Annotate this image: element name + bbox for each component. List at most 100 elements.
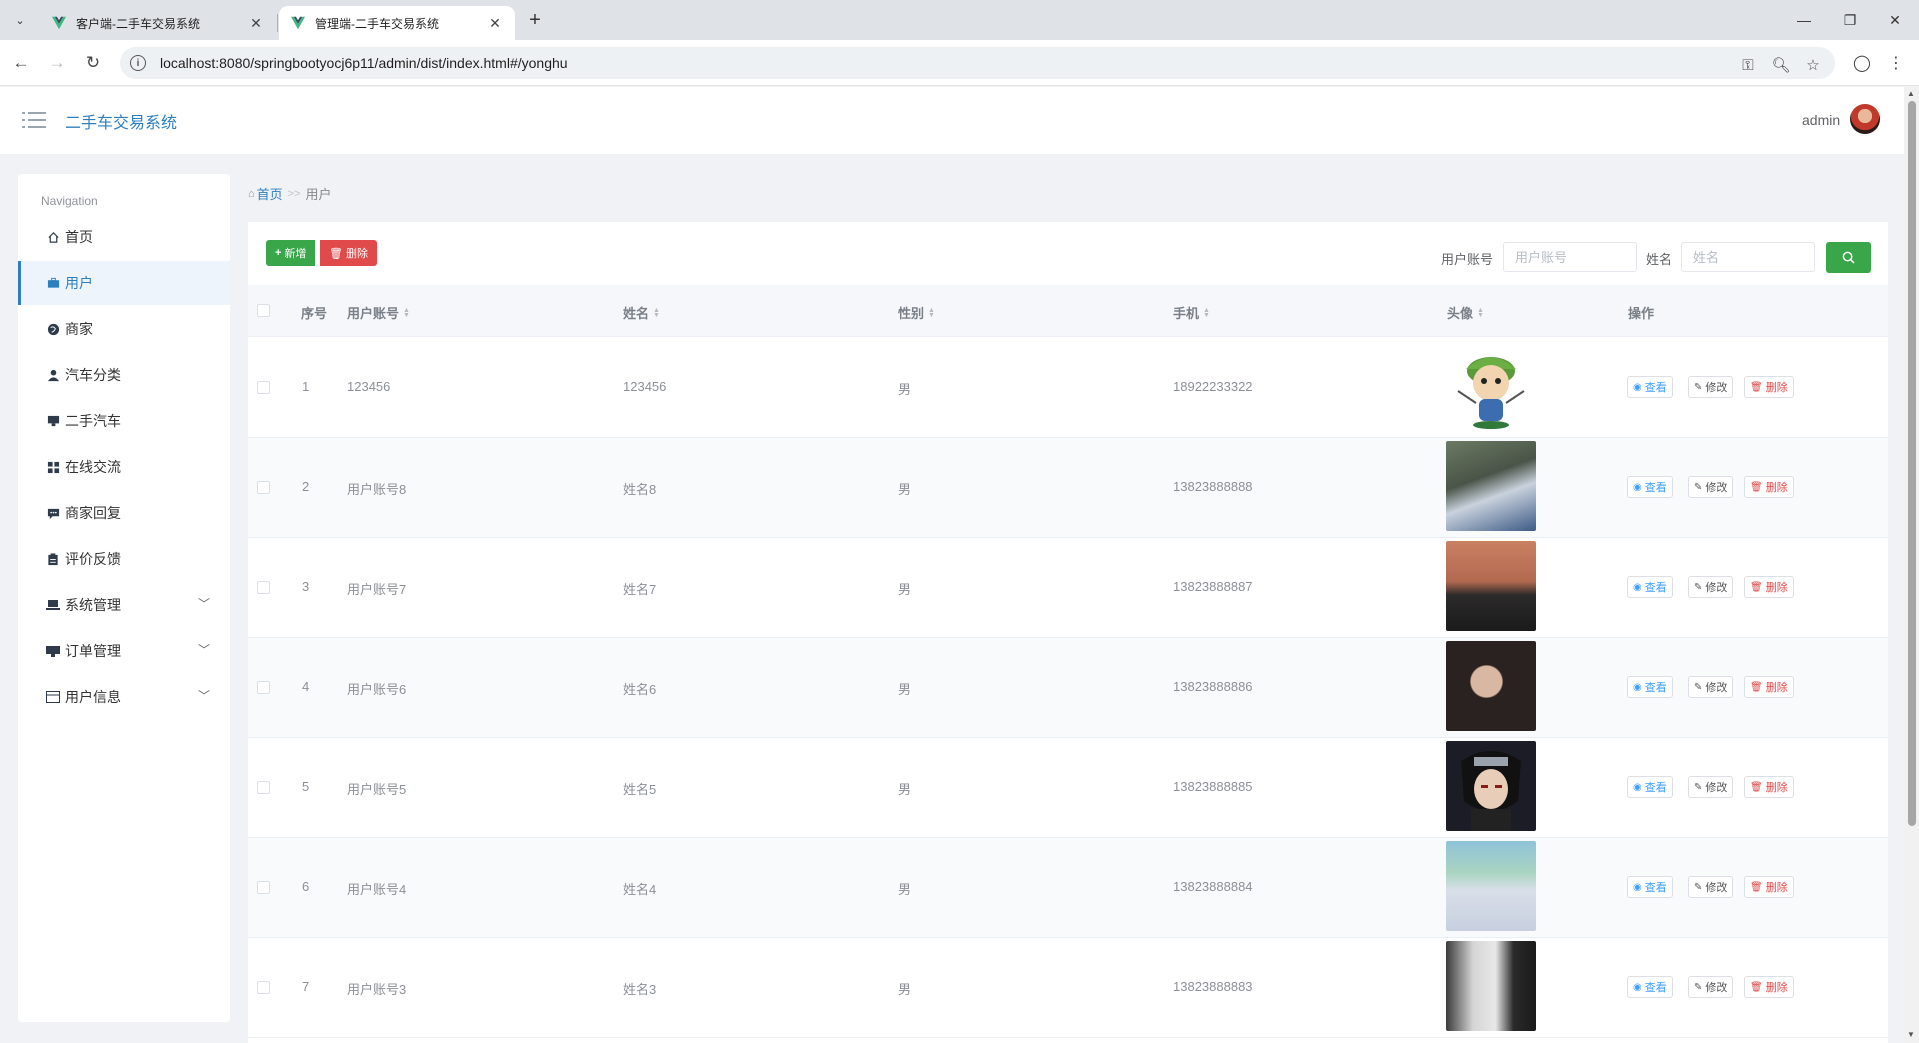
tab-divider bbox=[277, 14, 278, 32]
home-icon: ⌂ bbox=[248, 187, 255, 200]
row-account: 用户账号3 bbox=[347, 982, 407, 997]
browser-tab-client[interactable]: 客户端-二手车交易系统 ✕ bbox=[40, 6, 276, 40]
table-row: 3 用户账号7 姓名7 男 13823888887 ◉ 查看 ✎ 修改 🗑︎ 删除 bbox=[248, 538, 1888, 638]
column-header-phone[interactable]: 手机 ▲ ▼ bbox=[1173, 303, 1210, 322]
sort-caret-icon[interactable]: ▲ ▼ bbox=[1203, 307, 1210, 319]
view-button[interactable]: ◉ 查看 bbox=[1627, 576, 1673, 598]
row-checkbox[interactable] bbox=[257, 681, 270, 694]
minimize-button[interactable]: — bbox=[1782, 8, 1826, 32]
sort-caret-icon[interactable]: ▲ ▼ bbox=[928, 307, 935, 319]
add-button[interactable]: + 新增 bbox=[266, 240, 316, 266]
view-button[interactable]: ◉ 查看 bbox=[1627, 376, 1673, 398]
sort-caret-icon[interactable]: ▲ ▼ bbox=[403, 307, 410, 319]
search-button[interactable] bbox=[1826, 242, 1871, 273]
column-header-avatar[interactable]: 头像 ▲ ▼ bbox=[1447, 303, 1484, 322]
zoom-icon[interactable]: 🔍︎ bbox=[1770, 54, 1792, 76]
edit-button[interactable]: ✎ 修改 bbox=[1688, 776, 1734, 798]
sidebar-item-online-chat[interactable]: 在线交流 bbox=[18, 445, 230, 489]
edit-button[interactable]: ✎ 修改 bbox=[1688, 876, 1734, 898]
row-account: 用户账号8 bbox=[347, 482, 407, 497]
avatar-image-anime bbox=[1446, 741, 1536, 831]
sidebar-item-used-cars[interactable]: 二手汽车 bbox=[18, 399, 230, 443]
sidebar-item-order-management[interactable]: 订单管理 ﹀ bbox=[18, 629, 230, 673]
sidebar-item-feedback[interactable]: 评价反馈 bbox=[18, 537, 230, 581]
view-button[interactable]: ◉ 查看 bbox=[1627, 976, 1673, 998]
edit-button[interactable]: ✎ 修改 bbox=[1688, 976, 1734, 998]
delete-button[interactable]: 🗑︎ 删除 bbox=[1744, 776, 1794, 798]
row-account: 用户账号7 bbox=[347, 582, 407, 597]
view-button[interactable]: ◉ 查看 bbox=[1627, 876, 1673, 898]
browser-tab-admin[interactable]: 管理端-二手车交易系统 ✕ bbox=[279, 6, 515, 40]
row-checkbox[interactable] bbox=[257, 981, 270, 994]
delete-button[interactable]: 🗑︎ 删除 bbox=[1744, 476, 1794, 498]
sidebar-item-user-info[interactable]: 用户信息 ﹀ bbox=[18, 675, 230, 719]
row-name: 姓名7 bbox=[623, 582, 657, 597]
password-key-icon[interactable]: ⚿ bbox=[1737, 54, 1759, 76]
delete-button[interactable]: 🗑︎ 删除 bbox=[1744, 876, 1794, 898]
edit-button[interactable]: ✎ 修改 bbox=[1688, 676, 1734, 698]
address-bar[interactable]: i localhost:8080/springbootyocj6p11/admi… bbox=[120, 47, 1835, 79]
row-checkbox[interactable] bbox=[257, 581, 270, 594]
bookmark-star-icon[interactable]: ☆ bbox=[1802, 54, 1824, 76]
sort-caret-icon[interactable]: ▲ ▼ bbox=[1477, 307, 1484, 319]
row-phone: 13823888887 bbox=[1173, 579, 1253, 594]
sidebar-item-users[interactable]: 用户 bbox=[18, 261, 230, 305]
delete-button[interactable]: 🗑︎ 删除 bbox=[1744, 576, 1794, 598]
column-header-gender[interactable]: 性别 ▲ ▼ bbox=[898, 303, 935, 322]
delete-button[interactable]: 🗑︎ 删除 bbox=[1744, 376, 1794, 398]
tab-search-icon[interactable]: ⌄ bbox=[8, 9, 32, 31]
view-button[interactable]: ◉ 查看 bbox=[1627, 676, 1673, 698]
new-tab-button[interactable]: + bbox=[522, 8, 548, 32]
sidebar-item-merchants[interactable]: 商家 bbox=[18, 307, 230, 351]
menu-toggle-icon[interactable] bbox=[22, 110, 46, 130]
close-icon[interactable]: ✕ bbox=[248, 15, 264, 32]
row-checkbox[interactable] bbox=[257, 881, 270, 894]
account-search-input[interactable] bbox=[1503, 242, 1637, 272]
view-button[interactable]: ◉ 查看 bbox=[1627, 776, 1673, 798]
column-header-name[interactable]: 姓名 ▲ ▼ bbox=[623, 303, 660, 322]
sidebar-item-home[interactable]: 首页 bbox=[18, 215, 230, 259]
browser-menu-icon[interactable]: ⋮ bbox=[1885, 52, 1907, 74]
select-all-checkbox[interactable] bbox=[257, 304, 270, 317]
avatar[interactable] bbox=[1850, 104, 1880, 134]
column-header-account[interactable]: 用户账号 ▲ ▼ bbox=[347, 303, 410, 322]
close-icon[interactable]: ✕ bbox=[487, 15, 503, 32]
forward-arrow-icon[interactable]: → bbox=[44, 50, 70, 76]
name-search-input[interactable] bbox=[1681, 242, 1815, 272]
user-name[interactable]: admin bbox=[1802, 112, 1840, 128]
sidebar-item-car-categories[interactable]: 汽车分类 bbox=[18, 353, 230, 397]
view-button[interactable]: ◉ 查看 bbox=[1627, 476, 1673, 498]
back-arrow-icon[interactable]: ← bbox=[8, 50, 34, 76]
page-scrollbar[interactable]: ▲ ▼ bbox=[1904, 87, 1919, 1043]
row-checkbox[interactable] bbox=[257, 781, 270, 794]
restore-button[interactable]: ❐ bbox=[1828, 8, 1872, 32]
sort-caret-icon[interactable]: ▲ ▼ bbox=[653, 307, 660, 319]
scroll-down-icon[interactable]: ▼ bbox=[1907, 1030, 1915, 1039]
edit-button[interactable]: ✎ 修改 bbox=[1688, 476, 1734, 498]
breadcrumb-home-link[interactable]: 首页 bbox=[257, 184, 283, 203]
delete-button[interactable]: 🗑︎ 删除 bbox=[1744, 976, 1794, 998]
briefcase-icon bbox=[45, 275, 61, 291]
trash-icon: 🗑︎ bbox=[329, 247, 343, 260]
site-info-icon[interactable]: i bbox=[130, 55, 146, 71]
profile-icon[interactable]: ◯ bbox=[1851, 52, 1873, 74]
table-header: 序号 用户账号 ▲ ▼ 姓名 ▲ ▼ 性别 ▲ ▼ 手机 ▲ ▼ 头像 ▲ ▼ 操作 bbox=[248, 285, 1888, 337]
scroll-up-icon[interactable]: ▲ bbox=[1907, 89, 1915, 98]
scrollbar-thumb[interactable] bbox=[1908, 101, 1916, 826]
row-checkbox[interactable] bbox=[257, 381, 270, 394]
reload-icon[interactable]: ↻ bbox=[80, 50, 106, 76]
window-close-button[interactable]: ✕ bbox=[1873, 8, 1917, 32]
edit-button[interactable]: ✎ 修改 bbox=[1688, 376, 1734, 398]
trash-icon: 🗑︎ bbox=[1750, 481, 1763, 493]
row-checkbox[interactable] bbox=[257, 481, 270, 494]
vue-logo-icon bbox=[52, 16, 66, 30]
sidebar-item-system-management[interactable]: 系统管理 ﹀ bbox=[18, 583, 230, 627]
eye-icon: ◉ bbox=[1633, 781, 1642, 793]
eye-icon: ◉ bbox=[1633, 881, 1642, 893]
plus-icon: + bbox=[275, 247, 282, 259]
delete-button[interactable]: 🗑︎ 删除 bbox=[1744, 676, 1794, 698]
edit-button[interactable]: ✎ 修改 bbox=[1688, 576, 1734, 598]
batch-delete-button[interactable]: 🗑︎ 删除 bbox=[320, 240, 377, 266]
sidebar-item-merchant-replies[interactable]: 商家回复 bbox=[18, 491, 230, 535]
row-index: 7 bbox=[302, 979, 310, 994]
